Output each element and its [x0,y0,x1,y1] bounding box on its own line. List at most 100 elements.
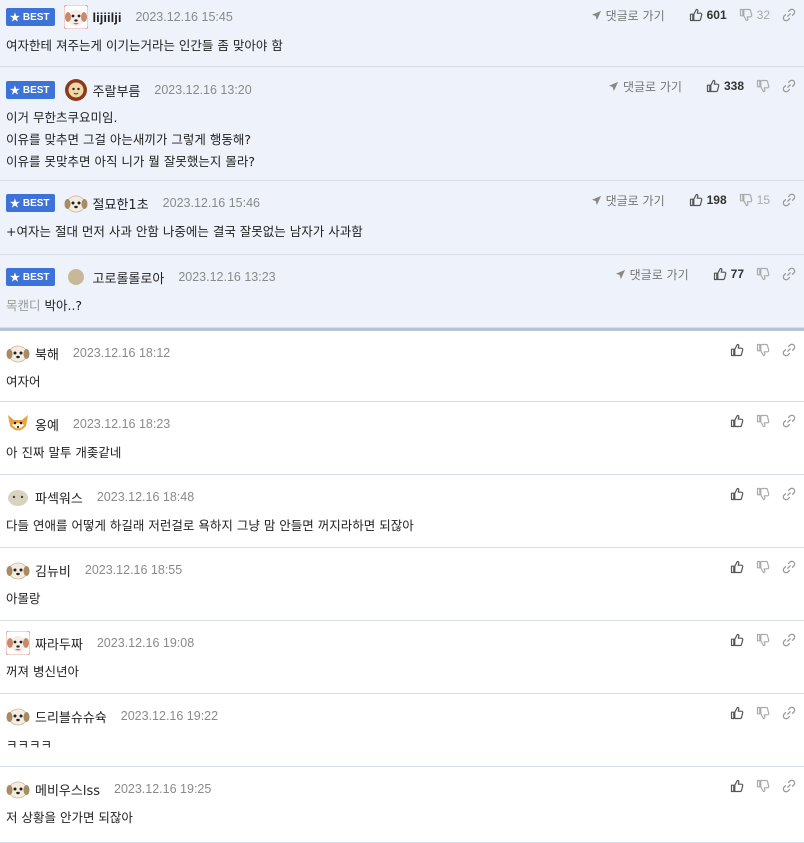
downvote-button[interactable] [756,560,770,574]
best-badge: ★ BEST [6,81,55,99]
comment-author[interactable]: 파섹워스 [35,488,83,507]
fox-avatar[interactable] [6,412,30,436]
share-link-button[interactable] [782,633,796,647]
share-link-button[interactable] [782,414,796,428]
go-to-reply-link[interactable]: 댓글로 가기 [615,266,689,283]
share-link-button[interactable] [782,267,796,281]
upvote-button[interactable] [730,706,744,720]
share-link-button[interactable] [782,706,796,720]
dog-red-avatar[interactable] [64,5,88,29]
comment-date: 2023.12.16 18:12 [72,346,171,360]
link-icon [782,8,796,22]
share-link-button[interactable] [782,560,796,574]
comment-body: 꺼져 병신년아 [6,664,79,679]
puppy-avatar[interactable] [6,558,30,582]
comment-actions: 댓글로 가기 338 [608,67,796,105]
go-to-reply-link[interactable]: 댓글로 가기 [591,192,665,209]
comment-date: 2023.12.16 19:25 [114,782,212,796]
upvote-button[interactable]: 77 [713,267,744,281]
thumbs-down-icon [756,343,770,357]
comment-author[interactable]: 옹예 [35,415,59,434]
comment-author[interactable]: 절묘한1초 [93,194,149,213]
share-link-button[interactable] [782,8,796,22]
link-icon [782,560,796,574]
share-link-button[interactable] [782,487,796,501]
thumbs-up-icon [689,193,703,207]
puppy-avatar[interactable] [6,341,30,365]
upvote-button[interactable] [730,414,744,428]
upvote-button[interactable] [730,633,744,647]
best-comment: ★ BEST 절묘한1초 2023.12.16 15:46 댓글로 가기 198 … [0,181,804,255]
comment-header: ★ BEST 절묘한1초 2023.12.16 15:46 [6,181,260,225]
comment: 옹예 2023.12.16 18:23 아 진짜 말투 개좆같네 [0,402,804,475]
comment-actions: 댓글로 가기 198 15 [591,181,796,219]
comment-author[interactable]: 드리블슈슈슉 [35,707,107,726]
go-to-reply-link[interactable]: 댓글로 가기 [608,78,682,95]
comment-date: 2023.12.16 18:55 [84,563,183,577]
thumbs-up-icon [706,79,720,93]
upvote-count: 338 [723,79,744,93]
downvote-button[interactable] [756,633,770,647]
downvote-button[interactable] [756,79,770,93]
upvote-button[interactable] [730,487,744,501]
thumbs-down-icon [756,487,770,501]
comment-date: 2023.12.16 19:22 [120,709,219,723]
dog-red-avatar[interactable] [6,631,30,655]
downvote-button[interactable] [756,706,770,720]
downvote-button[interactable] [756,267,770,281]
comment-author[interactable]: 김뉴비 [35,561,71,580]
comment-author[interactable]: 메비우스lss [35,780,100,799]
upvote-button[interactable]: 338 [706,79,744,93]
upvote-button[interactable]: 601 [689,8,727,22]
share-link-button[interactable] [782,779,796,793]
thumbs-down-icon [756,633,770,647]
upvote-button[interactable] [730,343,744,357]
thumbs-up-icon [730,487,744,501]
comment-author[interactable]: 북해 [35,344,59,363]
link-icon [782,343,796,357]
comment-author[interactable]: 주랄부름 [93,81,141,100]
reply-arrow-icon [615,269,626,280]
comment-author[interactable]: 짜라두짜 [35,634,83,653]
comment-date: 2023.12.16 13:20 [154,83,252,97]
thumbs-up-icon [730,633,744,647]
thumbs-down-icon [756,267,770,281]
comment-actions [718,475,796,513]
puppy-avatar[interactable] [6,777,30,801]
downvote-button[interactable] [756,779,770,793]
comment-author[interactable]: 고로롤롤로아 [93,268,165,287]
downvote-button[interactable] [756,487,770,501]
best-badge: ★ BEST [6,268,55,286]
thumbs-up-icon [689,8,703,22]
comment-date: 2023.12.16 15:46 [162,196,260,210]
share-link-button[interactable] [782,79,796,93]
lion-avatar[interactable] [64,78,88,102]
upvote-button[interactable] [730,779,744,793]
link-icon [782,79,796,93]
share-link-button[interactable] [782,343,796,357]
downvote-button[interactable]: 15 [739,193,770,207]
downvote-button[interactable]: 32 [739,8,770,22]
puppy-avatar[interactable] [64,191,88,215]
go-to-reply-link[interactable]: 댓글로 가기 [591,7,665,24]
comment: 파섹워스 2023.12.16 18:48 다들 연애를 어떻게 하길래 저런걸… [0,475,804,548]
downvote-button[interactable] [756,343,770,357]
comment-body: 아 진짜 말투 개좆같네 [6,445,122,460]
downvote-button[interactable] [756,414,770,428]
upvote-button[interactable] [730,560,744,574]
upvote-button[interactable]: 198 [689,193,727,207]
blob-avatar[interactable] [6,485,30,509]
downvote-count: 32 [756,8,770,22]
star-icon: ★ [10,84,20,97]
puppy-avatar[interactable] [6,704,30,728]
link-icon [782,267,796,281]
best-badge: ★ BEST [6,8,55,26]
circle-avatar[interactable] [64,265,88,289]
thumbs-up-icon [730,343,744,357]
share-link-button[interactable] [782,193,796,207]
thumbs-down-icon [739,8,753,22]
comment-header: 메비우스lss 2023.12.16 19:25 [6,767,211,811]
comment-author[interactable]: lijiilji [93,10,122,25]
comment-header: 드리블슈슈슉 2023.12.16 19:22 [6,694,218,738]
link-icon [782,633,796,647]
